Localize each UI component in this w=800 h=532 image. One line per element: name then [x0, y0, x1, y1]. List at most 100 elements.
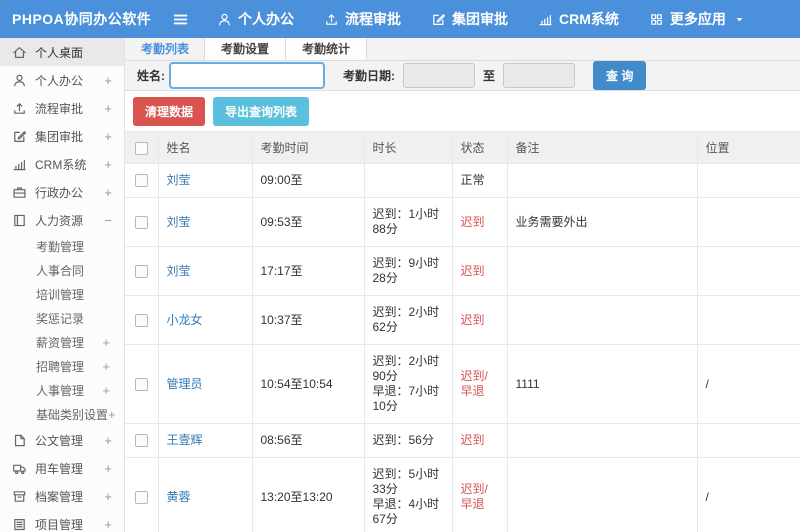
top-navigation: 个人办公 流程审批 集团审批 CRM系统 更多应用	[202, 0, 760, 38]
export-list-button[interactable]: 导出查询列表	[213, 97, 310, 126]
topnav-item-label: CRM系统	[559, 11, 619, 27]
topnav-item-3[interactable]: CRM系统	[523, 0, 634, 38]
sidebar-subitem-7[interactable]: 基础类别设置 +	[0, 402, 124, 426]
sidebar-item-1[interactable]: 个人办公 +	[0, 66, 124, 94]
topnav-item-4[interactable]: 更多应用	[634, 0, 760, 38]
sidebar-subitem-label: 考勤管理	[36, 239, 85, 254]
tab-0[interactable]: 考勤列表	[125, 38, 205, 60]
duration-cell: 迟到：2小时62分	[363, 295, 453, 345]
name-cell: 王壹辉	[157, 423, 253, 458]
expand-sign: −	[104, 212, 112, 228]
employee-name-link[interactable]: 刘莹	[167, 215, 191, 229]
employee-name-link[interactable]: 黄蓉	[167, 490, 191, 504]
tab-bar: 考勤列表 考勤设置 考勤统计	[125, 38, 800, 61]
tab-1[interactable]: 考勤设置	[204, 38, 287, 60]
sidebar-subitem-1[interactable]: 人事合同	[0, 258, 124, 282]
sidebar-item-label: 集团审批	[35, 129, 84, 144]
app-logo[interactable]: PHPOA协同办公软件	[0, 9, 158, 29]
date-from-input[interactable]	[403, 63, 475, 88]
header-checkbox-cell	[125, 131, 159, 164]
sidebar-item-7[interactable]: 公文管理 +	[0, 426, 124, 454]
list-icon	[12, 517, 27, 532]
duration-cell: 迟到：2小时90分 早退：7小时10分	[363, 344, 453, 424]
employee-name-link[interactable]: 管理员	[167, 377, 203, 391]
employee-name-link[interactable]: 小龙女	[167, 313, 203, 327]
sidebar-item-10[interactable]: 项目管理 +	[0, 510, 124, 532]
sidebar-item-3[interactable]: 集团审批 +	[0, 122, 124, 150]
column-header: 考勤时间	[251, 131, 365, 164]
duration-cell: 迟到：1小时88分	[363, 197, 453, 247]
date-to-input[interactable]	[503, 63, 576, 88]
row-checkbox[interactable]	[134, 215, 148, 229]
note-cell	[506, 295, 698, 345]
name-cell: 刘莹	[157, 246, 253, 296]
sidebar-subitem-3[interactable]: 奖惩记录	[0, 306, 124, 330]
topnav-item-label: 更多应用	[669, 11, 726, 27]
expand-sign: +	[104, 488, 112, 504]
truck-icon	[12, 461, 27, 476]
sidebar-item-5[interactable]: 行政办公 +	[0, 178, 124, 206]
tab-2[interactable]: 考勤统计	[285, 38, 368, 60]
checkbox-cell	[125, 295, 159, 345]
column-header: 时长	[363, 131, 453, 164]
topnav-item-1[interactable]: 流程审批	[309, 0, 416, 38]
duration-cell: 迟到：5小时33分 早退：4小时67分	[363, 457, 453, 532]
note-cell	[506, 423, 698, 458]
topnav-item-0[interactable]: 个人办公	[202, 0, 309, 38]
sidebar-item-8[interactable]: 用车管理 +	[0, 454, 124, 482]
sidebar-item-label: 流程审批	[35, 101, 84, 116]
sidebar-item-9[interactable]: 档案管理 +	[0, 482, 124, 510]
expand-sign: +	[104, 516, 112, 532]
sidebar-subitem-0[interactable]: 考勤管理	[0, 234, 124, 258]
status-cell: 正常	[451, 163, 508, 198]
table-row: 刘莹 17:17至 迟到：9小时28分 迟到	[125, 246, 800, 296]
sidebar-item-6[interactable]: 人力资源 −	[0, 206, 124, 234]
name-cell: 黄蓉	[157, 457, 253, 532]
name-cell: 刘莹	[157, 197, 253, 247]
top-bar: PHPOA协同办公软件 个人办公 流程审批 集团审批 CRM系统 更多应用	[0, 0, 800, 38]
sidebar-subitem-5[interactable]: 招聘管理 +	[0, 354, 124, 378]
sidebar-subitem-6[interactable]: 人事管理 +	[0, 378, 124, 402]
row-checkbox[interactable]	[134, 434, 148, 448]
employee-name-link[interactable]: 刘莹	[167, 173, 191, 187]
sidebar-item-4[interactable]: CRM系统 +	[0, 150, 124, 178]
row-checkbox[interactable]	[134, 490, 148, 504]
column-header: 状态	[451, 131, 508, 164]
hamburger-icon[interactable]	[158, 11, 202, 28]
table-row: 小龙女 10:37至 迟到：2小时62分 迟到	[125, 295, 800, 345]
expand-sign: +	[102, 358, 110, 374]
row-checkbox[interactable]	[134, 174, 148, 188]
action-bar: 清理数据 导出查询列表	[125, 91, 800, 131]
duration-cell: 迟到：56分	[363, 423, 453, 458]
topnav-item-label: 流程审批	[345, 11, 401, 27]
topnav-item-2[interactable]: 集团审批	[416, 0, 523, 38]
apps-icon	[649, 12, 664, 27]
sidebar-subitem-2[interactable]: 培训管理	[0, 282, 124, 306]
name-input[interactable]	[169, 62, 325, 89]
employee-name-link[interactable]: 刘莹	[167, 264, 191, 278]
row-checkbox[interactable]	[134, 264, 148, 278]
note-cell: 1111	[506, 344, 698, 424]
employee-name-link[interactable]: 王壹辉	[167, 433, 203, 447]
sidebar-item-0[interactable]: 个人桌面	[0, 38, 124, 66]
time-cell: 09:00至	[251, 163, 365, 198]
expand-sign: +	[104, 156, 112, 172]
sidebar-item-label: 项目管理	[35, 517, 84, 532]
row-checkbox[interactable]	[134, 313, 148, 327]
expand-sign: +	[104, 460, 112, 476]
status-cell: 迟到	[451, 197, 508, 247]
sidebar-item-label: 档案管理	[35, 489, 84, 504]
note-cell: 业务需要外出	[506, 197, 698, 247]
sidebar-subitem-4[interactable]: 薪资管理 +	[0, 330, 124, 354]
sidebar-item-label: 人力资源	[35, 213, 84, 228]
expand-sign: +	[104, 432, 112, 448]
row-checkbox[interactable]	[134, 377, 148, 391]
search-button[interactable]: 查 询	[593, 61, 647, 90]
column-header: 位置	[696, 131, 800, 164]
select-all-checkbox[interactable]	[134, 141, 148, 155]
sidebar-item-2[interactable]: 流程审批 +	[0, 94, 124, 122]
clean-data-button[interactable]: 清理数据	[133, 97, 206, 126]
note-cell	[506, 163, 698, 198]
expand-sign: +	[104, 184, 112, 200]
archive-icon	[12, 489, 27, 504]
